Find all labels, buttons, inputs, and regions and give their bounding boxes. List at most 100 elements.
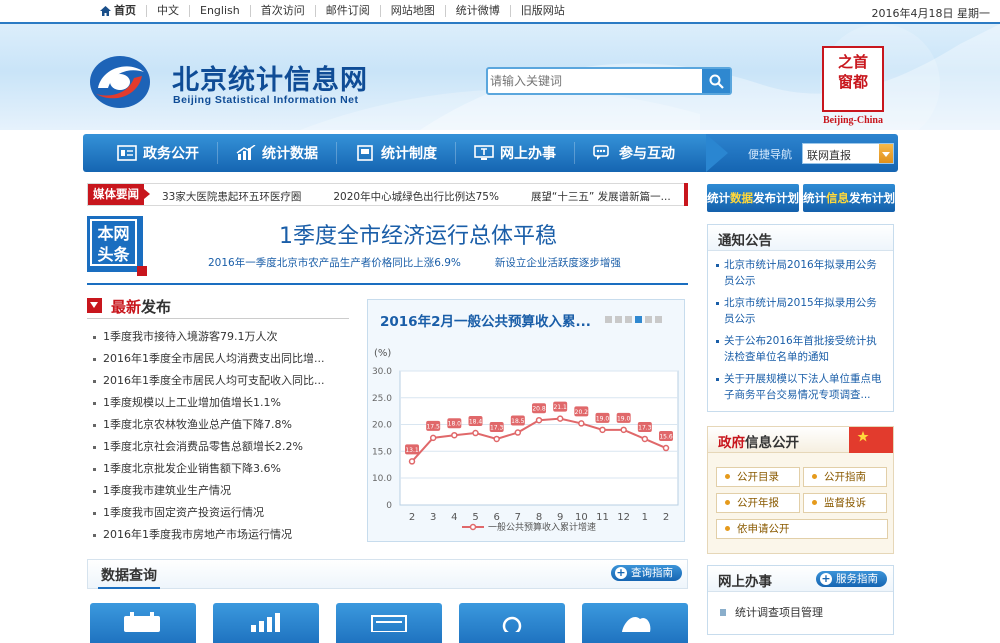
query-guide-button[interactable]: + 查询指南: [611, 565, 682, 581]
x-tick-label: 5: [472, 512, 478, 523]
list-item[interactable]: 关于公布2016年首批接受统计执法检查单位名单的通知: [716, 333, 887, 365]
plus-icon: +: [820, 572, 832, 585]
ticker-edge: [684, 183, 688, 206]
ticker-items: 33家大医院患起环五环医疗圈 2020年中心城绿色出行比例达75% 展望“十三五…: [162, 189, 703, 204]
data-label: 17.3: [638, 424, 652, 431]
budget-revenue-chart: 2016年2月一般公共预算收入累... (%) 0 10.0 15.0 20.0 25.0…: [367, 299, 685, 542]
search-button[interactable]: [702, 69, 730, 93]
capital-window-seal[interactable]: 之首 窗都: [822, 46, 884, 112]
link-old-site[interactable]: 旧版网站: [511, 5, 575, 17]
nav-statistics-system[interactable]: 统计制度: [337, 134, 455, 172]
data-point: [578, 420, 585, 427]
service-guide-button[interactable]: + 服务指南: [816, 571, 887, 587]
list-item[interactable]: 1季度我市接待入境游客79.1万人次: [92, 326, 354, 348]
link-mail-subscribe[interactable]: 邮件订阅: [316, 5, 381, 17]
gov-button-apply[interactable]: 依申请公开: [716, 519, 888, 539]
seal-char-4: 窗: [837, 73, 853, 91]
data-point: [451, 431, 458, 439]
link-weibo[interactable]: 统计微博: [446, 5, 511, 17]
plan-highlight: 信息: [826, 191, 849, 205]
nav-participate-interact[interactable]: 参与互动: [575, 134, 693, 172]
seal-char-3: 之: [837, 53, 853, 71]
nav-government-affairs[interactable]: 政务公开: [83, 134, 217, 172]
data-label: 19.0: [617, 415, 631, 422]
home-link[interactable]: 首页: [90, 5, 147, 17]
gov-button-guide[interactable]: 公开指南: [803, 467, 887, 487]
seal-char-1: 首: [853, 53, 869, 71]
gov-button-annual-report[interactable]: 公开年报: [716, 493, 800, 513]
data-point: [641, 435, 649, 443]
calendar-tile[interactable]: [90, 603, 196, 643]
ticker-item[interactable]: 2020年中心城绿色出行比例达75%: [333, 189, 531, 204]
search-input[interactable]: [490, 71, 700, 91]
pager-dot[interactable]: [605, 316, 612, 323]
data-label: 20.8: [532, 406, 546, 413]
data-label: 15.6: [659, 434, 673, 441]
home-icon: [100, 6, 111, 16]
link-chinese[interactable]: 中文: [147, 5, 190, 17]
list-item[interactable]: 2016年1季度全市居民人均可支配收入同比...: [92, 370, 354, 392]
list-item[interactable]: 1季度规模以上工业增加值增长1.1%: [92, 392, 354, 414]
quick-nav-value: 联网直报: [807, 149, 851, 162]
link-sitemap[interactable]: 网站地图: [381, 5, 446, 17]
data-point: [514, 429, 522, 436]
nav-online-services[interactable]: 网上办事: [456, 134, 574, 172]
pager-dot[interactable]: [615, 316, 622, 323]
data-label: 21.1: [553, 404, 567, 411]
data-point: [493, 435, 500, 443]
info-release-plan-button[interactable]: 统计信息发布计划: [803, 184, 895, 212]
ticker-item[interactable]: 展望“十三五” 发展谱新篇一...: [531, 189, 703, 204]
legend-label: 一般公共预算收入累计增速: [488, 521, 596, 533]
x-tick-label: 3: [430, 512, 436, 523]
search-data-tile[interactable]: [459, 603, 565, 643]
survey-project-link[interactable]: 统计调查项目管理: [720, 604, 823, 620]
gov-button-complaint[interactable]: 监督投诉: [803, 493, 887, 513]
bar-chart-icon: [251, 613, 280, 632]
document-tile[interactable]: [336, 603, 442, 643]
pager-dot[interactable]: [645, 316, 652, 323]
online-services-title: 网上办事: [718, 574, 772, 590]
x-tick-label: 7: [515, 512, 521, 523]
headline-sublink[interactable]: 新设立企业活跃度逐步增强: [495, 255, 621, 270]
chart-title[interactable]: 2016年2月一般公共预算收入累...: [380, 310, 591, 330]
headline-sublink[interactable]: 2016年一季度北京市农产品生产者价格同比上涨6.9%: [208, 255, 461, 270]
link-first-visit[interactable]: 首次访问: [251, 5, 316, 17]
list-item[interactable]: 1季度我市固定资产投资运行情况: [92, 502, 354, 524]
nav-label: 网上办事: [500, 146, 556, 162]
list-item[interactable]: 北京市统计局2016年拟录用公务员公示: [716, 257, 887, 289]
pager-dot[interactable]: [635, 316, 642, 323]
data-label: 18.0: [448, 421, 462, 428]
map-tile[interactable]: [582, 603, 688, 643]
list-item[interactable]: 北京市统计局2015年拟录用公务员公示: [716, 295, 887, 327]
x-tick-label: 12: [617, 512, 630, 523]
pager-dot[interactable]: [655, 316, 662, 323]
nav-arrow-decoration: [706, 134, 728, 172]
pager-dot[interactable]: [625, 316, 632, 323]
chevron-down-icon: [87, 298, 102, 313]
data-release-plan-button[interactable]: 统计数据发布计划: [707, 184, 799, 212]
y-axis-unit: (%): [374, 348, 391, 359]
y-tick-label: 0: [386, 501, 392, 511]
list-item[interactable]: 1季度北京农林牧渔业总产值下降7.8%: [92, 414, 354, 436]
link-english[interactable]: English: [190, 5, 251, 17]
home-label: 首页: [114, 4, 136, 17]
ticker-item[interactable]: 33家大医院患起环五环医疗圈: [162, 189, 333, 204]
bar-chart-tile[interactable]: [213, 603, 319, 643]
list-item[interactable]: 1季度北京批发企业销售额下降3.6%: [92, 458, 354, 480]
site-logo-icon[interactable]: [88, 54, 152, 110]
title-rest-part: 发布: [141, 298, 172, 316]
list-item[interactable]: 2016年1季度我市房地产市场运行情况: [92, 524, 354, 546]
list-item[interactable]: 关于开展规模以下法人单位重点电子商务平台交易情况专项调查...: [716, 371, 887, 403]
data-point: [599, 426, 606, 434]
headline-title[interactable]: 1季度全市经济运行总体平稳: [148, 218, 688, 250]
list-item[interactable]: 1季度北京社会消费品零售总额增长2.2%: [92, 436, 354, 458]
quick-nav-select[interactable]: 联网直报: [802, 143, 894, 164]
list-item[interactable]: 1季度我市建筑业生产情况: [92, 480, 354, 502]
nav-statistics-data[interactable]: 统计数据: [218, 134, 336, 172]
gov-button-catalog[interactable]: 公开目录: [716, 467, 800, 487]
quick-nav-label: 便捷导航: [748, 148, 792, 161]
monitor-icon: [474, 145, 494, 160]
chat-bubble-icon: [593, 145, 609, 160]
list-item[interactable]: 2016年1季度全市居民人均消费支出同比增...: [92, 348, 354, 370]
x-tick-label: 11: [596, 512, 609, 523]
